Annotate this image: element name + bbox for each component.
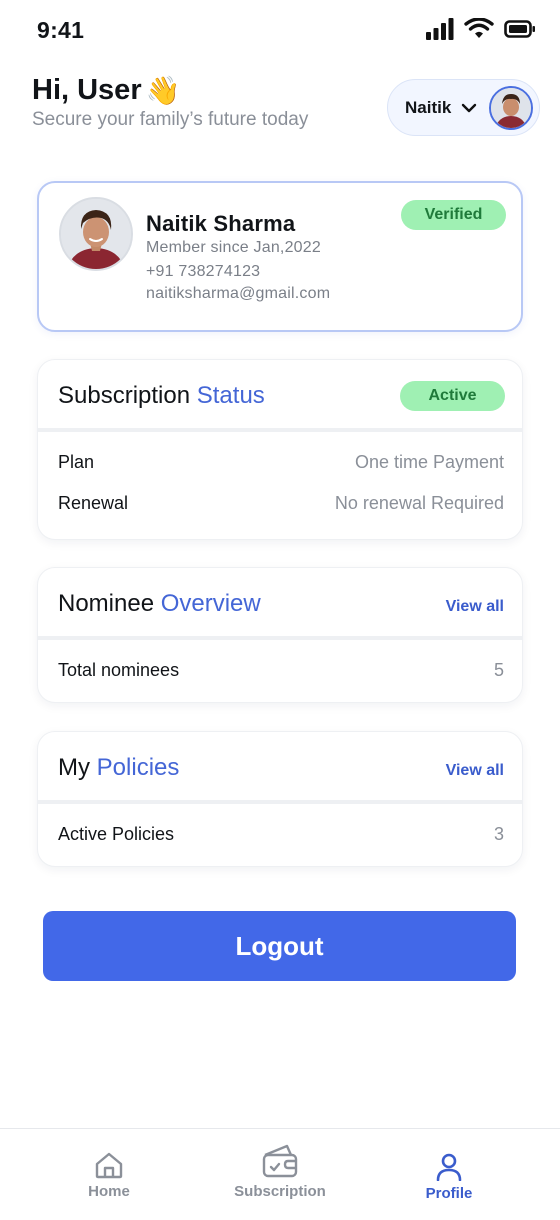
nominee-title-text: Nominee — [58, 590, 155, 617]
policies-title-text: My — [58, 754, 90, 781]
member-since: Member since Jan,2022 — [146, 239, 321, 256]
active-policies-label: Active Policies — [58, 824, 175, 844]
greeting-block: Hi, User 👋 Secure your family’s future t… — [32, 74, 308, 131]
policies-title: My Policies — [58, 754, 179, 782]
avatar[interactable] — [489, 86, 533, 130]
nav-item-home[interactable]: Home — [78, 1129, 140, 1220]
wallet-icon — [262, 1144, 298, 1178]
home-icon — [95, 1152, 123, 1179]
greeting-subtitle: Secure your family’s future today — [32, 109, 309, 130]
policies-card: My Policies View all Active Policies 3 — [37, 731, 523, 867]
total-nominees-label: Total nominees — [58, 660, 180, 680]
signal-icon — [426, 18, 454, 40]
subscription-title-accent: Status — [196, 382, 265, 409]
policies-card-header: My Policies View all — [38, 732, 522, 804]
chevron-down-icon — [461, 103, 477, 113]
nominee-title-accent: Overview — [160, 590, 261, 617]
nominee-card: Nominee Overview View all Total nominees… — [37, 567, 523, 703]
battery-icon — [504, 20, 535, 38]
status-time: 9:41 — [37, 17, 85, 43]
subscription-card: Subscription Status Active Plan One time… — [37, 359, 523, 540]
policies-view-all-link[interactable]: View all — [446, 762, 504, 780]
phone-number: +91 738274123 — [146, 263, 261, 280]
account-switcher[interactable]: Naitik — [387, 79, 540, 136]
profile-screen: 9:41 Hi, User 👋 Secure your family’s fut… — [0, 0, 560, 1220]
plan-label: Plan — [58, 452, 95, 472]
wave-icon: 👋 — [145, 74, 181, 106]
nav-label-profile: Profile — [425, 1185, 473, 1202]
nav-item-profile[interactable]: Profile — [417, 1129, 481, 1220]
account-name: Naitik — [405, 97, 452, 117]
user-icon — [436, 1153, 462, 1181]
subscription-title-text: Subscription — [58, 382, 191, 409]
active-badge: Active — [400, 381, 505, 411]
total-nominees-value: 5 — [493, 660, 504, 680]
email-address: naitiksharma@gmail.com — [146, 285, 331, 302]
policies-title-accent: Policies — [96, 754, 180, 781]
verified-badge: Verified — [401, 200, 506, 230]
nav-item-subscription[interactable]: Subscription — [222, 1129, 338, 1220]
profile-card: Naitik Sharma Member since Jan,2022 +91 … — [37, 181, 523, 332]
status-icons — [426, 18, 536, 40]
subscription-title: Subscription Status — [58, 382, 265, 410]
status-bar: 9:41 — [0, 0, 560, 60]
nav-label-home: Home — [88, 1183, 130, 1200]
renewal-label: Renewal — [58, 493, 129, 513]
wifi-icon — [464, 18, 494, 38]
renewal-value: No renewal Required — [334, 493, 504, 513]
profile-name: Naitik Sharma — [146, 211, 296, 236]
logout-button[interactable]: Logout — [43, 911, 516, 981]
nav-label-subscription: Subscription — [234, 1183, 326, 1200]
greeting-text: Hi, User — [32, 74, 142, 106]
plan-value: One time Payment — [354, 452, 504, 472]
greeting-title: Hi, User 👋 — [32, 74, 308, 107]
nominee-card-header: Nominee Overview View all — [38, 568, 522, 640]
subscription-card-header: Subscription Status Active — [38, 360, 522, 432]
nominee-view-all-link[interactable]: View all — [446, 598, 504, 616]
bottom-nav: Home Subscription Profile — [0, 1128, 560, 1220]
active-policies-value: 3 — [493, 824, 504, 844]
nominee-title: Nominee Overview — [58, 590, 261, 618]
profile-avatar — [59, 197, 133, 271]
